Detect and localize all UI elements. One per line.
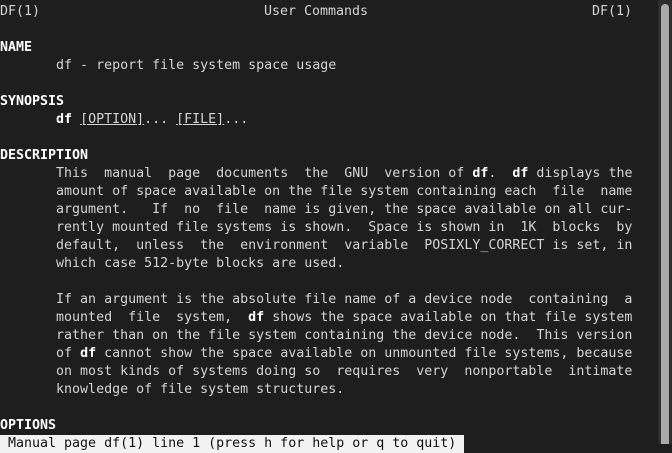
man-line: If an argument is the absolute file name… <box>0 291 658 309</box>
text: amount of space available on the file sy… <box>0 184 633 199</box>
bold-text: df <box>80 346 97 361</box>
text: cannot show the space available on unmou… <box>96 346 633 361</box>
man-line: df [OPTION]... [FILE]... <box>0 111 658 129</box>
text <box>0 112 56 127</box>
man-line: default, unless the environment variable… <box>0 237 658 255</box>
underlined-text: [FILE] <box>176 112 225 127</box>
header-right: DF(1) <box>591 4 632 19</box>
text: default, unless the environment variable… <box>0 238 633 253</box>
man-line <box>0 129 658 147</box>
bold-text: df <box>248 310 265 325</box>
text: on most kinds of systems doing so requir… <box>0 364 633 379</box>
text: rather than on the file system containin… <box>0 328 633 343</box>
text: mounted file system, <box>0 310 249 325</box>
text: df - report file system space usage <box>0 58 337 73</box>
man-line: which case 512-byte blocks are used. <box>0 255 658 273</box>
text: displays the <box>528 166 633 181</box>
bold-text: DESCRIPTION <box>0 148 89 163</box>
header-center: User Commands <box>263 4 369 19</box>
bold-text: SYNOPSIS <box>0 94 65 109</box>
text: which case 512-byte blocks are used. <box>0 256 345 271</box>
man-line: of df cannot show the space available on… <box>0 345 658 363</box>
man-line: knowledge of file system structures. <box>0 381 658 399</box>
man-line <box>0 75 658 93</box>
scrollbar-thumb[interactable] <box>661 4 669 444</box>
man-line: SYNOPSIS <box>0 93 658 111</box>
text <box>72 112 80 127</box>
man-line <box>0 21 658 39</box>
man-header: DF(1) User Commands DF(1) <box>0 3 632 21</box>
bold-text: df <box>56 112 73 127</box>
text: ... <box>224 112 249 127</box>
header-left: DF(1) <box>0 4 41 19</box>
man-line <box>0 273 658 291</box>
bold-text: OPTIONS <box>0 418 57 433</box>
man-line: on most kinds of systems doing so requir… <box>0 363 658 381</box>
text: of <box>0 346 81 361</box>
man-line: DESCRIPTION <box>0 147 658 165</box>
bold-text: df <box>472 166 489 181</box>
text: rently mounted file systems is shown. Sp… <box>0 220 633 235</box>
scrollbar[interactable] <box>658 0 672 444</box>
man-line <box>0 399 658 417</box>
man-line: rently mounted file systems is shown. Sp… <box>0 219 658 237</box>
man-line: argument. If no file name is given, the … <box>0 201 658 219</box>
man-line: mounted file system, df shows the space … <box>0 309 658 327</box>
man-body: NAME df - report file system space usage… <box>0 21 658 435</box>
text: This manual page documents the GNU versi… <box>0 166 473 181</box>
text: shows the space available on that file s… <box>264 310 633 325</box>
bold-text: NAME <box>0 40 33 55</box>
text: ... <box>144 112 177 127</box>
bold-text: df <box>512 166 529 181</box>
man-line: OPTIONS <box>0 417 658 435</box>
terminal-output: DF(1) User Commands DF(1) NAME df - repo… <box>0 3 658 435</box>
man-line: rather than on the file system containin… <box>0 327 658 345</box>
text: . <box>488 166 513 181</box>
pager-status-line: Manual page df(1) line 1 (press h for he… <box>0 435 465 453</box>
man-line: NAME <box>0 39 658 57</box>
man-line: amount of space available on the file sy… <box>0 183 658 201</box>
text: If an argument is the absolute file name… <box>0 292 633 307</box>
text: knowledge of file system structures. <box>0 382 345 397</box>
man-line: This manual page documents the GNU versi… <box>0 165 658 183</box>
underlined-text: [OPTION] <box>80 112 145 127</box>
text: argument. If no file name is given, the … <box>0 202 633 217</box>
man-line: df - report file system space usage <box>0 57 658 75</box>
